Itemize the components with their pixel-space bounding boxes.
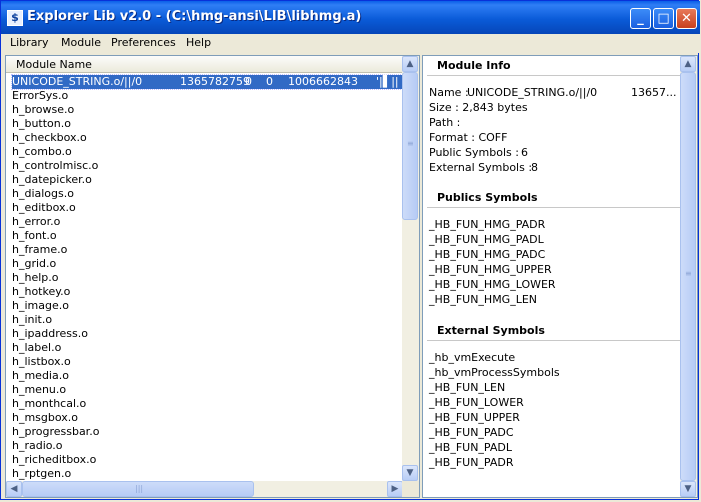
menu-help[interactable]: Help [186,36,211,49]
symbol-item: _HB_FUN_PADC [429,426,514,439]
menu-library[interactable]: Library [10,36,48,49]
publics-symbols-title: Publics Symbols [437,191,538,204]
symbol-item: _hb_vmProcessSymbols [429,366,560,379]
table-row[interactable]: ErrorSys.o [12,89,68,103]
symbol-item: _HB_FUN_UPPER [429,411,520,424]
maximize-button[interactable]: □ [653,8,674,29]
table-row[interactable]: h_dialogs.o [12,187,74,201]
table-row[interactable]: h_listbox.o [12,355,71,369]
table-row[interactable]: h_init.o [12,313,52,327]
horizontal-scroll-thumb[interactable]: ||| [22,481,254,497]
scrollbar-corner [402,481,419,497]
grip-icon: ≡ [407,139,414,148]
symbol-item: _HB_FUN_LOWER [429,396,524,409]
table-row[interactable]: h_error.o [12,215,60,229]
menu-bar: Library Module Preferences Help [1,34,700,53]
module-rows: UNICODE_STRING.o/||/0 1365782759 0 0 100… [6,73,403,481]
grip-icon: ≡ [685,269,692,278]
symbol-item: _HB_FUN_PADL [429,441,512,454]
module-info-content: Module Info Name : UNICODE_STRING.o/||/0… [423,56,682,497]
table-row[interactable]: h_richeditbox.o [12,453,96,467]
table-row[interactable]: h_combo.o [12,145,72,159]
symbol-item: _HB_FUN_HMG_PADL [429,233,544,246]
symbol-item: _HB_FUN_HMG_PADR [429,218,546,231]
info-external-symbols: External Symbols : 8 [429,161,538,174]
symbol-item: _HB_FUN_HMG_PADC [429,248,546,261]
table-row[interactable]: h_hotkey.o [12,285,70,299]
info-size: Size : 2,843 bytes [429,101,528,114]
scroll-up-button[interactable]: ▲ [402,56,418,72]
table-row[interactable]: h_menu.o [12,383,66,397]
column-header-module-name[interactable]: Module Name [6,56,403,73]
table-row[interactable]: h_ipaddress.o [12,327,88,341]
list-horizontal-scrollbar[interactable]: ◀ ||| ▶ [6,481,403,497]
close-button[interactable]: ✕ [676,8,697,29]
table-row[interactable]: h_browse.o [12,103,74,117]
table-row[interactable]: h_media.o [12,369,69,383]
scroll-down-button[interactable]: ▼ [402,465,418,481]
scroll-thumb[interactable]: ≡ [402,72,418,220]
module-info-panel: Module Info Name : UNICODE_STRING.o/||/0… [422,55,698,498]
table-row[interactable]: h_controlmisc.o [12,159,98,173]
table-row[interactable]: h_msgbox.o [12,411,78,425]
table-row[interactable]: h_button.o [12,117,71,131]
section-divider [427,75,682,76]
table-row[interactable]: h_image.o [12,299,69,313]
section-divider [427,340,682,341]
table-row[interactable]: h_frame.o [12,243,67,257]
app-icon[interactable]: $ [7,10,23,26]
external-symbols-title: External Symbols [437,324,545,337]
main-window: $ Explorer Lib v2.0 - (C:\hmg-ansi\LIB\l… [0,0,700,500]
table-row[interactable]: h_checkbox.o [12,131,87,145]
table-row[interactable]: h_editbox.o [12,201,76,215]
info-path: Path : [429,116,461,129]
info-vertical-scrollbar[interactable]: ▲ ≡ ▼ [680,56,697,497]
symbol-item: _HB_FUN_HMG_LOWER [429,278,556,291]
list-vertical-scrollbar[interactable]: ▲ ≡ ▼ [402,56,419,481]
info-name: Name : UNICODE_STRING.o/||/0 13657... [429,86,677,99]
table-row[interactable]: h_label.o [12,341,61,355]
scroll-right-button[interactable]: ▶ [387,481,403,497]
table-row[interactable]: h_progressbar.o [12,425,99,439]
scroll-thumb[interactable]: ≡ [680,72,696,481]
table-row[interactable]: h_help.o [12,271,58,285]
module-list[interactable]: Module Name UNICODE_STRING.o/||/0 136578… [5,55,420,498]
symbol-item: _HB_FUN_PADR [429,456,514,469]
info-format: Format : COFF [429,131,508,144]
table-row[interactable]: h_grid.o [12,257,56,271]
symbol-item: _hb_vmExecute [429,351,516,364]
module-info-title: Module Info [437,59,511,72]
table-row[interactable]: h_font.o [12,229,57,243]
table-row[interactable]: h_rptgen.o [12,467,71,481]
section-divider [427,207,682,208]
symbol-item: _HB_FUN_LEN [429,381,506,394]
scroll-up-button[interactable]: ▲ [680,56,696,72]
info-public-symbols: Public Symbols : 6 [429,146,528,159]
grip-icon: ||| [135,484,144,493]
menu-preferences[interactable]: Preferences [111,36,176,49]
scroll-left-button[interactable]: ◀ [6,481,22,497]
scroll-down-button[interactable]: ▼ [680,481,696,497]
symbol-item: _HB_FUN_HMG_UPPER [429,263,552,276]
window-title: Explorer Lib v2.0 - (C:\hmg-ansi\LIB\lib… [27,9,362,24]
menu-module[interactable]: Module [61,36,101,49]
table-row-selected[interactable]: UNICODE_STRING.o/||/0 1365782759 0 0 100… [11,74,403,90]
symbol-item: _HB_FUN_HMG_LEN [429,293,538,306]
table-row[interactable]: h_radio.o [12,439,63,453]
title-bar[interactable]: $ Explorer Lib v2.0 - (C:\hmg-ansi\LIB\l… [1,1,700,34]
minimize-button[interactable]: _ [630,8,651,29]
table-row[interactable]: h_datepicker.o [12,173,92,187]
table-row[interactable]: h_monthcal.o [12,397,86,411]
